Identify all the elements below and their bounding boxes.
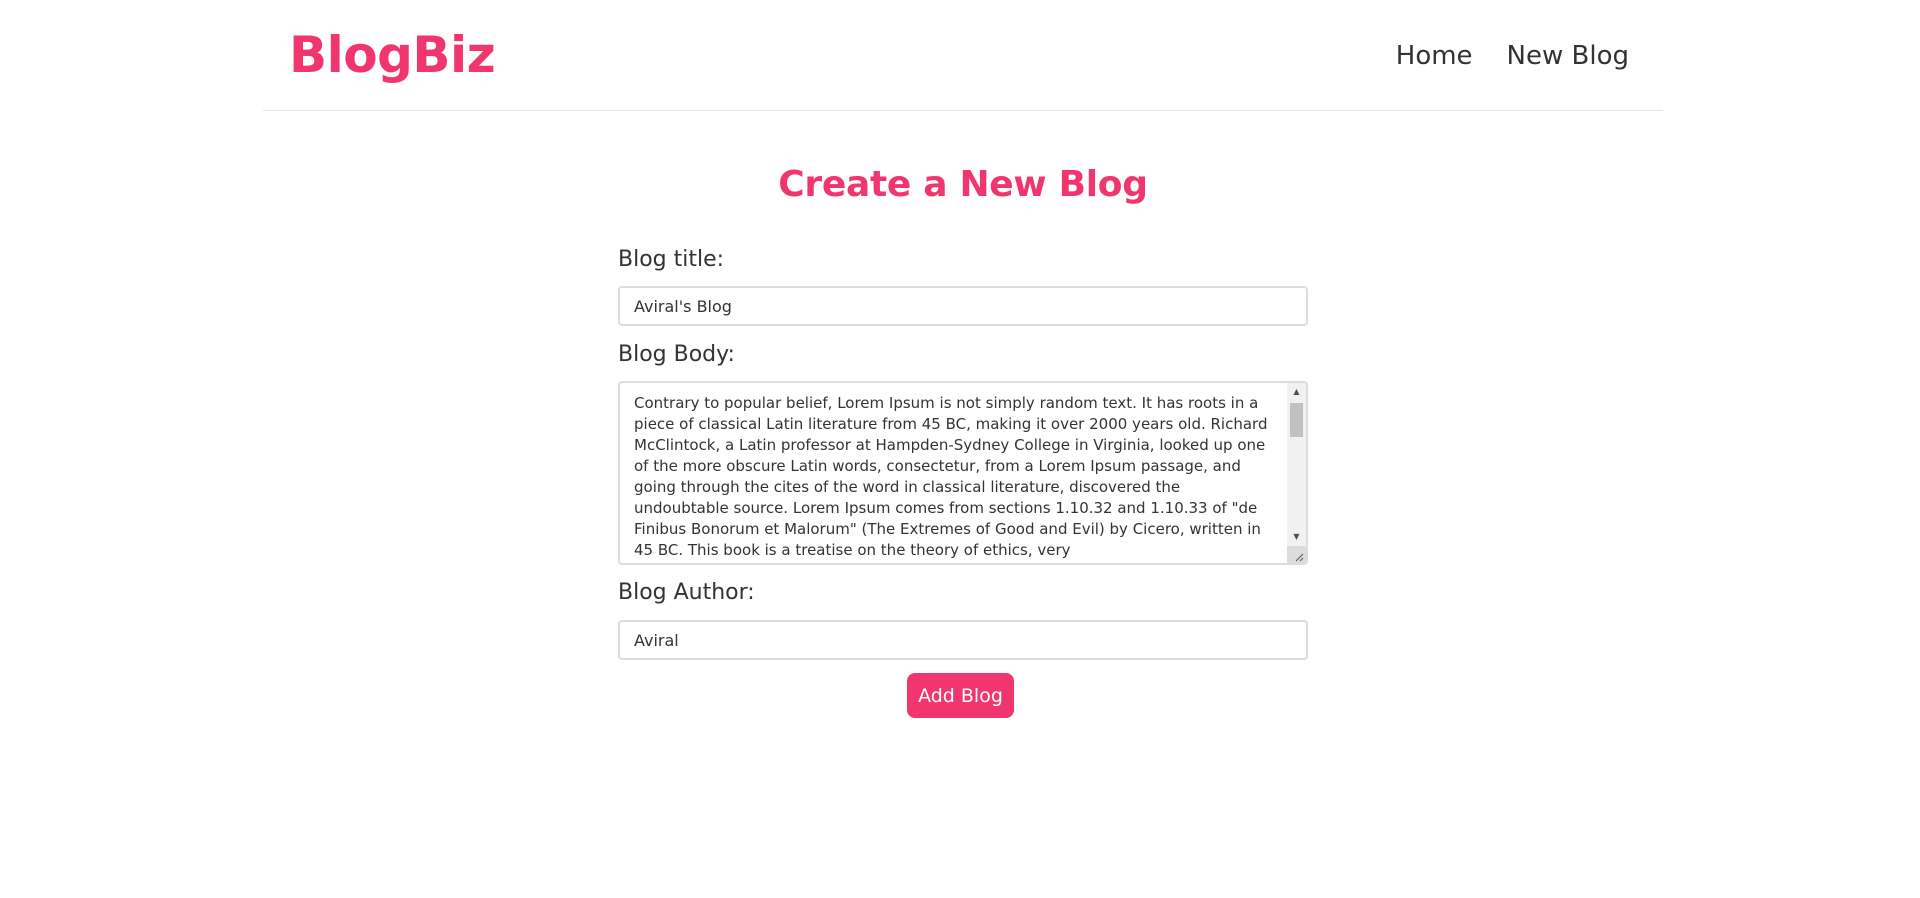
nav-link-new-blog[interactable]: New Blog [1507,38,1629,74]
blog-body-field[interactable]: Contrary to popular belief, Lorem Ipsum … [618,381,1308,565]
blog-title-label: Blog title: [618,247,725,272]
nav-links: Home New Blog [1396,38,1629,74]
create-blog-form: Create a New Blog Blog title: Blog Body:… [618,160,1308,718]
scroll-thumb[interactable] [1290,403,1303,437]
site-logo[interactable]: BlogBiz [289,25,496,85]
blog-body-textarea[interactable]: Contrary to popular belief, Lorem Ipsum … [620,383,1286,563]
blog-body-label: Blog Body: [618,342,735,367]
page-title: Create a New Blog [778,164,1148,205]
nav-link-home[interactable]: Home [1396,38,1473,74]
navbar: BlogBiz Home New Blog [263,0,1663,111]
scroll-up-arrow-icon[interactable]: ▲ [1287,383,1306,400]
add-blog-button[interactable]: Add Blog [907,673,1014,718]
scroll-down-arrow-icon[interactable]: ▼ [1287,528,1306,545]
textarea-scrollbar[interactable]: ▲ ▼ [1287,383,1306,563]
blog-author-input[interactable] [618,620,1308,660]
resize-handle-icon[interactable] [1287,546,1306,563]
blog-title-input[interactable] [618,286,1308,326]
blog-author-label: Blog Author: [618,580,755,605]
